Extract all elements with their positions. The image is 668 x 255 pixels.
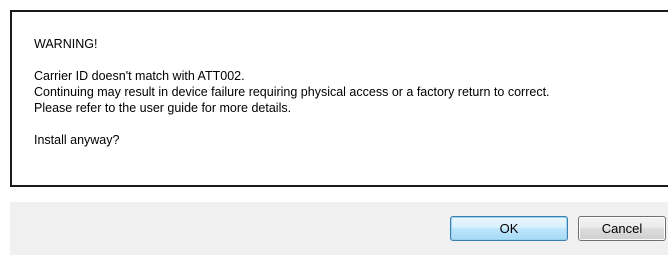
ok-button[interactable]: OK — [450, 216, 568, 241]
carrier-mismatch-text: Carrier ID doesn't match with ATT002. — [34, 69, 245, 83]
user-guide-text: Please refer to the user guide for more … — [34, 101, 292, 115]
warning-heading: WARNING! — [34, 37, 98, 51]
cancel-button[interactable]: Cancel — [578, 216, 666, 241]
message-panel: WARNING! Carrier ID doesn't match with A… — [10, 10, 668, 187]
device-failure-text: Continuing may result in device failure … — [34, 85, 550, 99]
button-bar: OK Cancel — [10, 202, 668, 255]
warning-dialog: WARNING! Carrier ID doesn't match with A… — [0, 0, 668, 255]
install-question: Install anyway? — [34, 133, 120, 147]
